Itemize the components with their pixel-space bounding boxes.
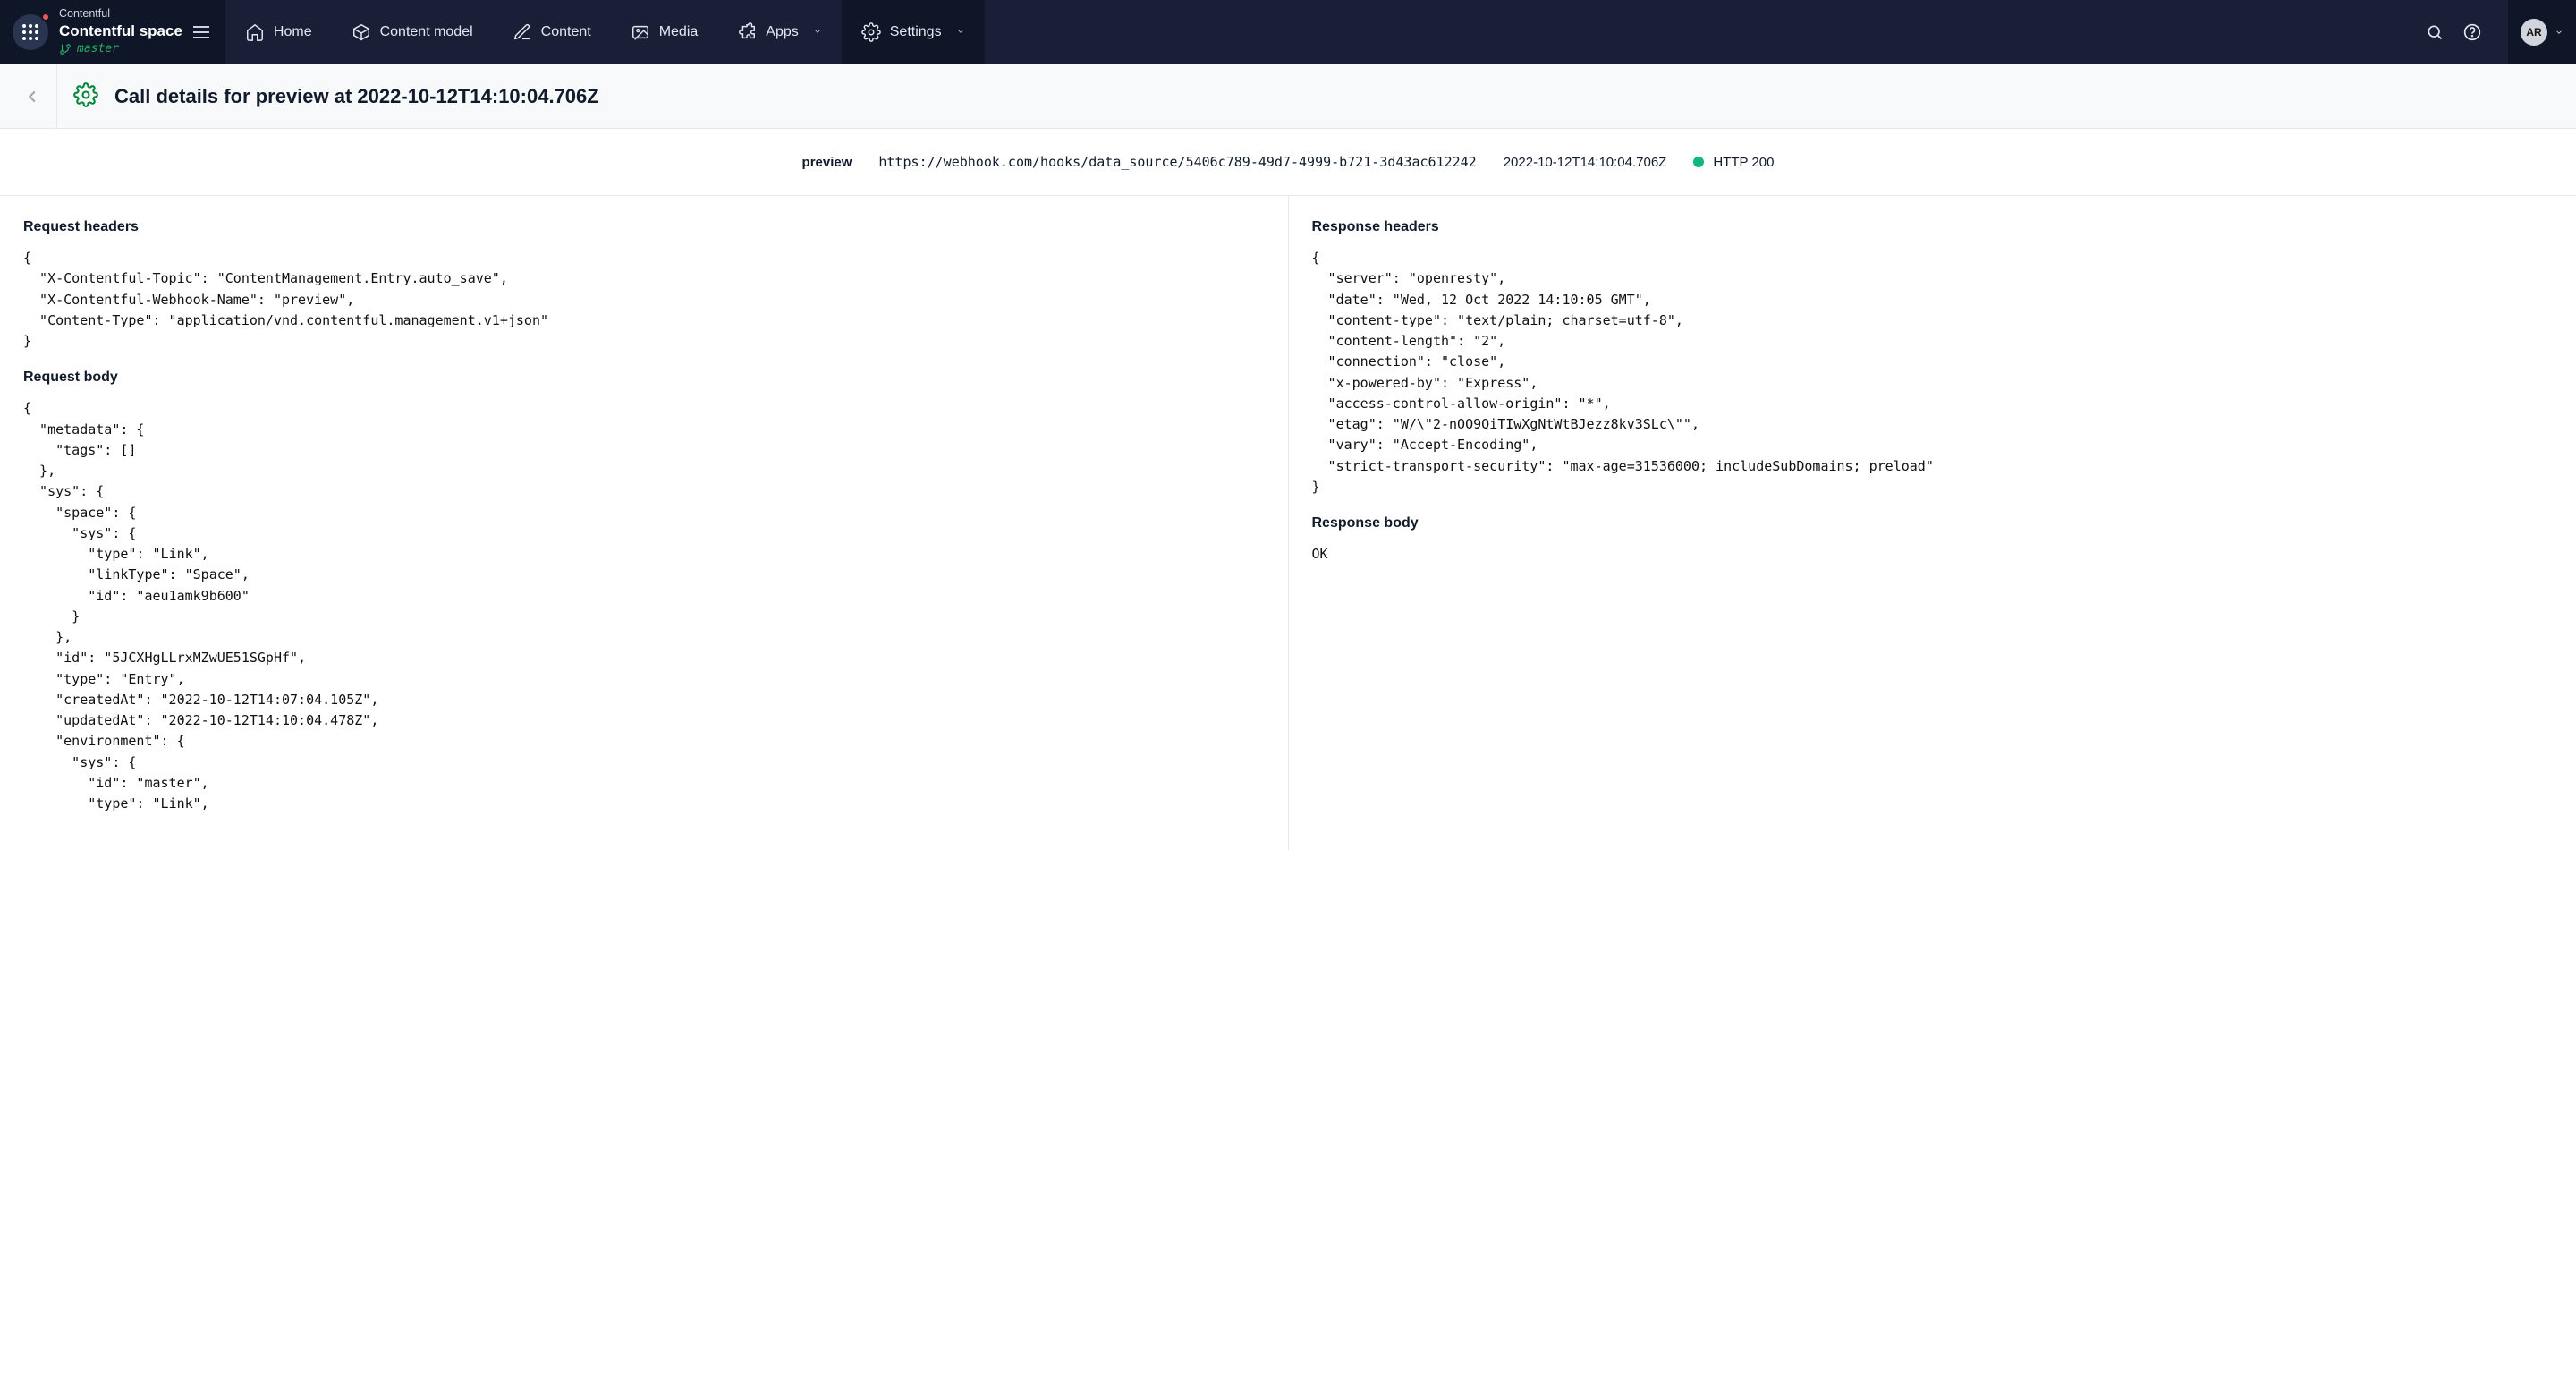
branch-name: master (77, 42, 119, 56)
gear-icon (861, 22, 881, 42)
call-details: Request headers { "X-Contentful-Topic": … (0, 196, 2576, 850)
webhook-url: https://webhook.com/hooks/data_source/54… (878, 154, 1476, 170)
nav-media-label: Media (659, 24, 699, 40)
response-headers-title: Response headers (1312, 219, 2554, 235)
nav-settings[interactable]: Settings (842, 0, 985, 64)
cube-icon (352, 22, 371, 42)
chevron-down-icon (2555, 25, 2563, 39)
nav-content-model-label: Content model (380, 24, 473, 40)
help-icon (2463, 23, 2481, 41)
top-nav: Contentful Contentful space master Home … (0, 0, 2576, 64)
request-body-title: Request body (23, 370, 1265, 386)
request-headers-body: { "X-Contentful-Topic": "ContentManageme… (23, 248, 1265, 352)
status-badge: HTTP 200 (1693, 155, 1774, 170)
branch-indicator: master (59, 42, 182, 56)
page-header: Call details for preview at 2022-10-12T1… (0, 64, 2576, 129)
nav-utilities: AR (2408, 0, 2576, 64)
branch-icon (59, 43, 72, 55)
nav-home[interactable]: Home (225, 0, 332, 64)
nav-settings-label: Settings (890, 24, 942, 40)
nav-content-model[interactable]: Content model (332, 0, 493, 64)
nav-apps-label: Apps (766, 24, 798, 40)
app-launcher-icon[interactable] (13, 14, 48, 50)
status-dot-icon (1693, 157, 1704, 167)
request-body: { "metadata": { "tags": [] }, "sys": { "… (23, 398, 1265, 814)
nav-content[interactable]: Content (493, 0, 611, 64)
nav-home-label: Home (274, 24, 312, 40)
chevron-down-icon (813, 24, 822, 40)
edit-icon (513, 22, 532, 42)
chevron-left-icon (22, 87, 42, 106)
notification-badge (41, 13, 50, 21)
response-body: OK (1312, 544, 2554, 565)
org-name: Contentful (59, 7, 182, 21)
space-name: Contentful space (59, 21, 182, 40)
request-column: Request headers { "X-Contentful-Topic": … (0, 196, 1289, 850)
response-body-title: Response body (1312, 515, 2554, 531)
space-switcher[interactable]: Contentful Contentful space master (0, 0, 225, 64)
help-button[interactable] (2463, 23, 2481, 41)
nav-media[interactable]: Media (611, 0, 718, 64)
primary-nav: Home Content model Content Media Apps Se… (225, 0, 985, 64)
media-icon (631, 22, 650, 42)
search-button[interactable] (2426, 23, 2444, 41)
home-icon (245, 22, 265, 42)
search-icon (2426, 23, 2444, 41)
space-info: Contentful Contentful space master (59, 7, 182, 56)
avatar: AR (2521, 19, 2547, 46)
nav-apps[interactable]: Apps (717, 0, 841, 64)
gear-icon (73, 82, 98, 110)
user-menu[interactable]: AR (2508, 0, 2576, 64)
request-headers-title: Request headers (23, 219, 1265, 235)
back-button[interactable] (7, 64, 57, 128)
status-label: HTTP 200 (1713, 155, 1774, 170)
puzzle-icon (737, 22, 757, 42)
response-column: Response headers { "server": "openresty"… (1289, 196, 2576, 850)
page-title: Call details for preview at 2022-10-12T1… (114, 85, 599, 108)
chevron-down-icon (956, 24, 965, 40)
nav-content-label: Content (541, 24, 591, 40)
webhook-name: preview (802, 155, 852, 170)
call-timestamp: 2022-10-12T14:10:04.706Z (1504, 155, 1667, 170)
call-summary: preview https://webhook.com/hooks/data_s… (0, 129, 2576, 196)
response-headers-body: { "server": "openresty", "date": "Wed, 1… (1312, 248, 2554, 497)
hamburger-icon[interactable] (193, 26, 209, 38)
